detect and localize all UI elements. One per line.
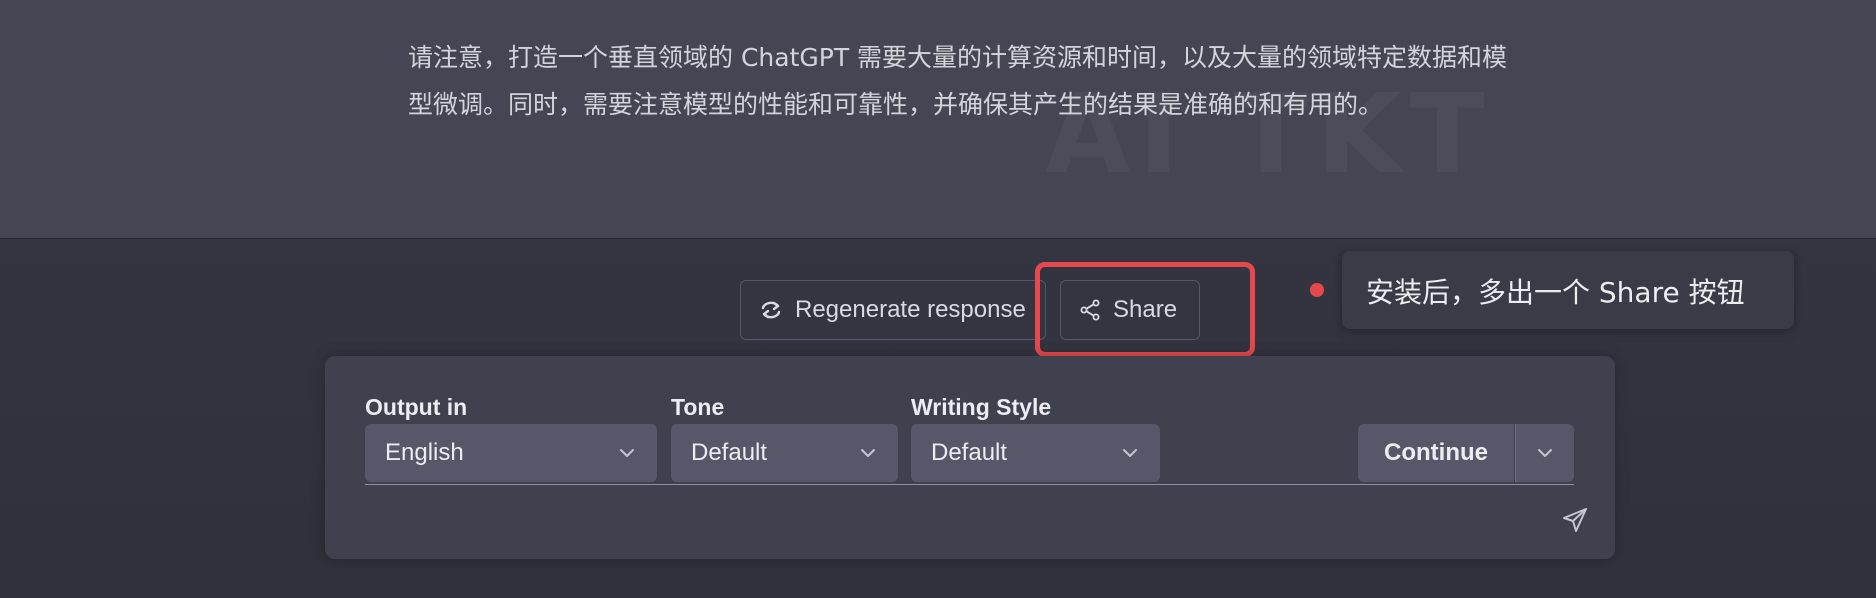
writing-style-label: Writing Style: [911, 394, 1052, 420]
tone-value: Default: [691, 439, 768, 466]
chevron-down-icon: [620, 449, 634, 457]
output-language-label: Output in: [365, 394, 468, 420]
chevron-down-icon: [1123, 449, 1137, 457]
annotation-dot: [1310, 283, 1324, 297]
tone-select[interactable]: Default: [671, 424, 898, 482]
share-highlight-box: [1035, 262, 1255, 357]
chevron-down-icon: [1538, 449, 1552, 457]
prompt-input[interactable]: [365, 494, 1559, 546]
continue-label: Continue: [1384, 439, 1488, 466]
regenerate-response-label: Regenerate response: [795, 296, 1026, 323]
chevron-down-icon: [861, 449, 875, 457]
output-language-select[interactable]: English: [365, 424, 657, 482]
send-icon[interactable]: [1560, 505, 1590, 535]
prompt-input-divider: [365, 484, 1574, 485]
annotation-text: 安装后，多出一个 Share 按钮: [1366, 276, 1745, 309]
assistant-message-text: 请注意，打造一个垂直领域的 ChatGPT 需要大量的计算资源和时间，以及大量的…: [408, 43, 1508, 119]
chat-page: AI TKT 请注意，打造一个垂直领域的 ChatGPT 需要大量的计算资源和时…: [0, 0, 1876, 598]
assistant-message: AI TKT 请注意，打造一个垂直领域的 ChatGPT 需要大量的计算资源和时…: [0, 0, 1876, 239]
writing-style-value: Default: [931, 439, 1008, 466]
output-language-value: English: [385, 439, 464, 466]
regenerate-response-button[interactable]: Regenerate response: [740, 280, 1046, 340]
refresh-icon: [761, 301, 781, 319]
continue-options-button[interactable]: [1515, 424, 1574, 482]
writing-style-select[interactable]: Default: [911, 424, 1160, 482]
tone-label: Tone: [671, 394, 725, 420]
continue-button[interactable]: Continue: [1358, 424, 1514, 482]
